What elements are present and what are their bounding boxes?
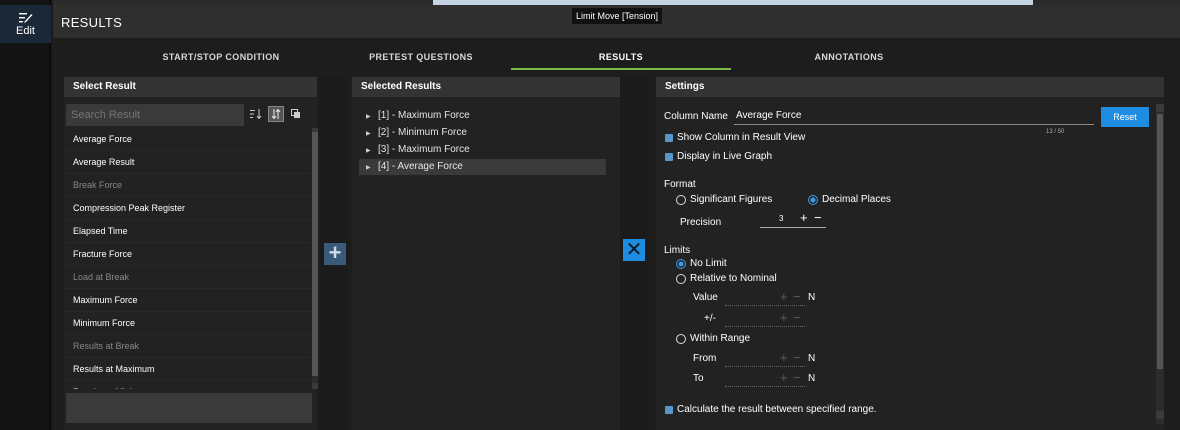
main-area: RESULTS Limit Move [Tension] START/STOP … [53,0,1180,430]
result-list: Average Force Average Result Break Force Co… [66,128,310,389]
calculate-between-label: Calculate the result between specified r… [677,404,877,415]
value-field[interactable] [725,305,805,306]
selected-results-panel: Selected Results ▶ [1] - Maximum Force ▶[… [352,77,620,430]
add-column: + [320,77,348,430]
selected-results-title: Selected Results [352,77,620,97]
to-minus-icon[interactable]: − [793,370,801,385]
show-in-result-view-checkbox[interactable] [665,134,673,142]
column-name-input[interactable]: Average Force [736,110,801,121]
selected-result-item[interactable]: ▶ [1] - Maximum Force [359,108,606,124]
precision-plus-icon[interactable]: + [800,210,808,225]
precision-minus-icon[interactable]: − [814,210,822,225]
display-in-live-graph-checkbox[interactable] [665,153,673,161]
tolerance-plus-icon[interactable]: + [780,310,788,325]
expand-arrow-icon[interactable]: ▶ [366,109,378,125]
selected-result-item[interactable]: ▶ [2] - Minimum Force [359,125,606,141]
relative-to-nominal-radio[interactable] [676,274,686,284]
result-list-item[interactable]: Average Force [66,128,310,151]
selected-result-item-active[interactable]: ▶ [4] - Average Force [359,159,606,175]
remove-result-button[interactable]: ✕ [623,239,645,261]
to-label: To [693,373,704,384]
calculate-between-checkbox[interactable] [665,406,673,414]
tab-start-stop-condition[interactable]: START/STOP CONDITION [111,46,331,70]
reset-button[interactable]: Reset [1101,107,1149,127]
method-tooltip: Limit Move [Tension] [572,8,663,24]
edit-icon [18,12,32,23]
page-title: RESULTS [61,15,123,30]
tab-bar: START/STOP CONDITION PRETEST QUESTIONS R… [53,46,1180,70]
within-range-label: Within Range [690,333,751,344]
decimal-places-radio[interactable] [808,195,818,205]
to-unit: N [808,373,816,384]
selected-result-item[interactable]: ▶ [3] - Maximum Force [359,142,606,158]
plus-minus-label: +/- [704,313,716,324]
to-plus-icon[interactable]: + [780,370,788,385]
result-list-scrollbar[interactable] [312,128,318,389]
result-list-item[interactable]: Results at Minimum [66,381,310,389]
to-field[interactable] [725,386,805,387]
result-list-item[interactable]: Break Force [66,174,310,197]
tab-annotations[interactable]: ANNOTATIONS [739,46,959,70]
significant-figures-radio[interactable] [676,195,686,205]
display-in-live-graph-label: Display in Live Graph [677,151,773,162]
left-strip: Edit [0,0,51,430]
no-limit-label: No Limit [690,258,727,269]
within-range-radio[interactable] [676,334,686,344]
result-list-item[interactable]: Average Result [66,151,310,174]
sort-icon[interactable] [248,106,264,122]
result-list-item[interactable]: Load at Break [66,266,310,289]
select-result-panel: Select Result Average ForceAverage Resul… [64,77,318,430]
result-list-item[interactable]: Results at Break [66,335,310,358]
expand-arrow-icon[interactable]: ▶ [366,126,378,142]
tolerance-field[interactable] [725,326,805,327]
result-description-box [66,393,312,423]
from-plus-icon[interactable]: + [780,350,788,365]
settings-panel: Settings Column Name Average Force 13 / … [656,77,1164,430]
result-list-item[interactable]: Minimum Force [66,312,310,335]
relative-to-nominal-label: Relative to Nominal [690,273,777,284]
decimal-places-label: Decimal Places [822,194,891,205]
search-result-input[interactable] [66,104,244,126]
significant-figures-label: Significant Figures [690,194,773,205]
from-unit: N [808,353,816,364]
precision-label: Precision [680,217,722,228]
limits-label: Limits [664,245,691,256]
add-result-button[interactable]: + [324,242,346,265]
value-label: Value [693,292,718,303]
delete-column: ✕ [620,77,650,430]
char-counter: 13 / 50 [1046,129,1065,135]
value-plus-icon[interactable]: + [780,289,788,304]
select-result-title: Select Result [64,77,317,97]
header: RESULTS Limit Move [Tension] [53,5,1180,38]
tab-pretest-questions[interactable]: PRETEST QUESTIONS [311,46,531,70]
settings-title: Settings [656,77,1164,97]
column-name-underline [734,124,1094,125]
precision-underline [760,227,826,228]
result-list-item[interactable]: Compression Peak Register [66,197,310,220]
result-list-item[interactable]: Results at Maximum [66,358,310,381]
settings-scrollbar[interactable] [1156,104,1164,424]
format-label: Format [664,179,696,190]
tab-results[interactable]: RESULTS [511,46,731,70]
expand-arrow-icon[interactable]: ▶ [366,143,378,159]
show-in-result-view-label: Show Column in Result View [677,132,806,143]
result-list-item[interactable]: Elapsed Time [66,220,310,243]
edit-label: Edit [16,24,35,37]
value-minus-icon[interactable]: − [793,289,801,304]
no-limit-radio[interactable] [676,259,686,269]
from-field[interactable] [725,366,805,367]
value-unit: N [808,292,816,303]
edit-button[interactable]: Edit [0,5,51,43]
copy-icon[interactable] [288,106,304,122]
from-label: From [693,353,717,364]
result-list-item[interactable]: Maximum Force [66,289,310,312]
result-list-item[interactable]: Fracture Force [66,243,310,266]
expand-arrow-icon[interactable]: ▶ [366,160,378,176]
column-name-label: Column Name [664,111,728,122]
precision-value[interactable]: 3 [779,214,783,223]
from-minus-icon[interactable]: − [793,350,801,365]
sort-alpha-icon[interactable] [268,106,284,122]
tolerance-minus-icon[interactable]: − [793,310,801,325]
